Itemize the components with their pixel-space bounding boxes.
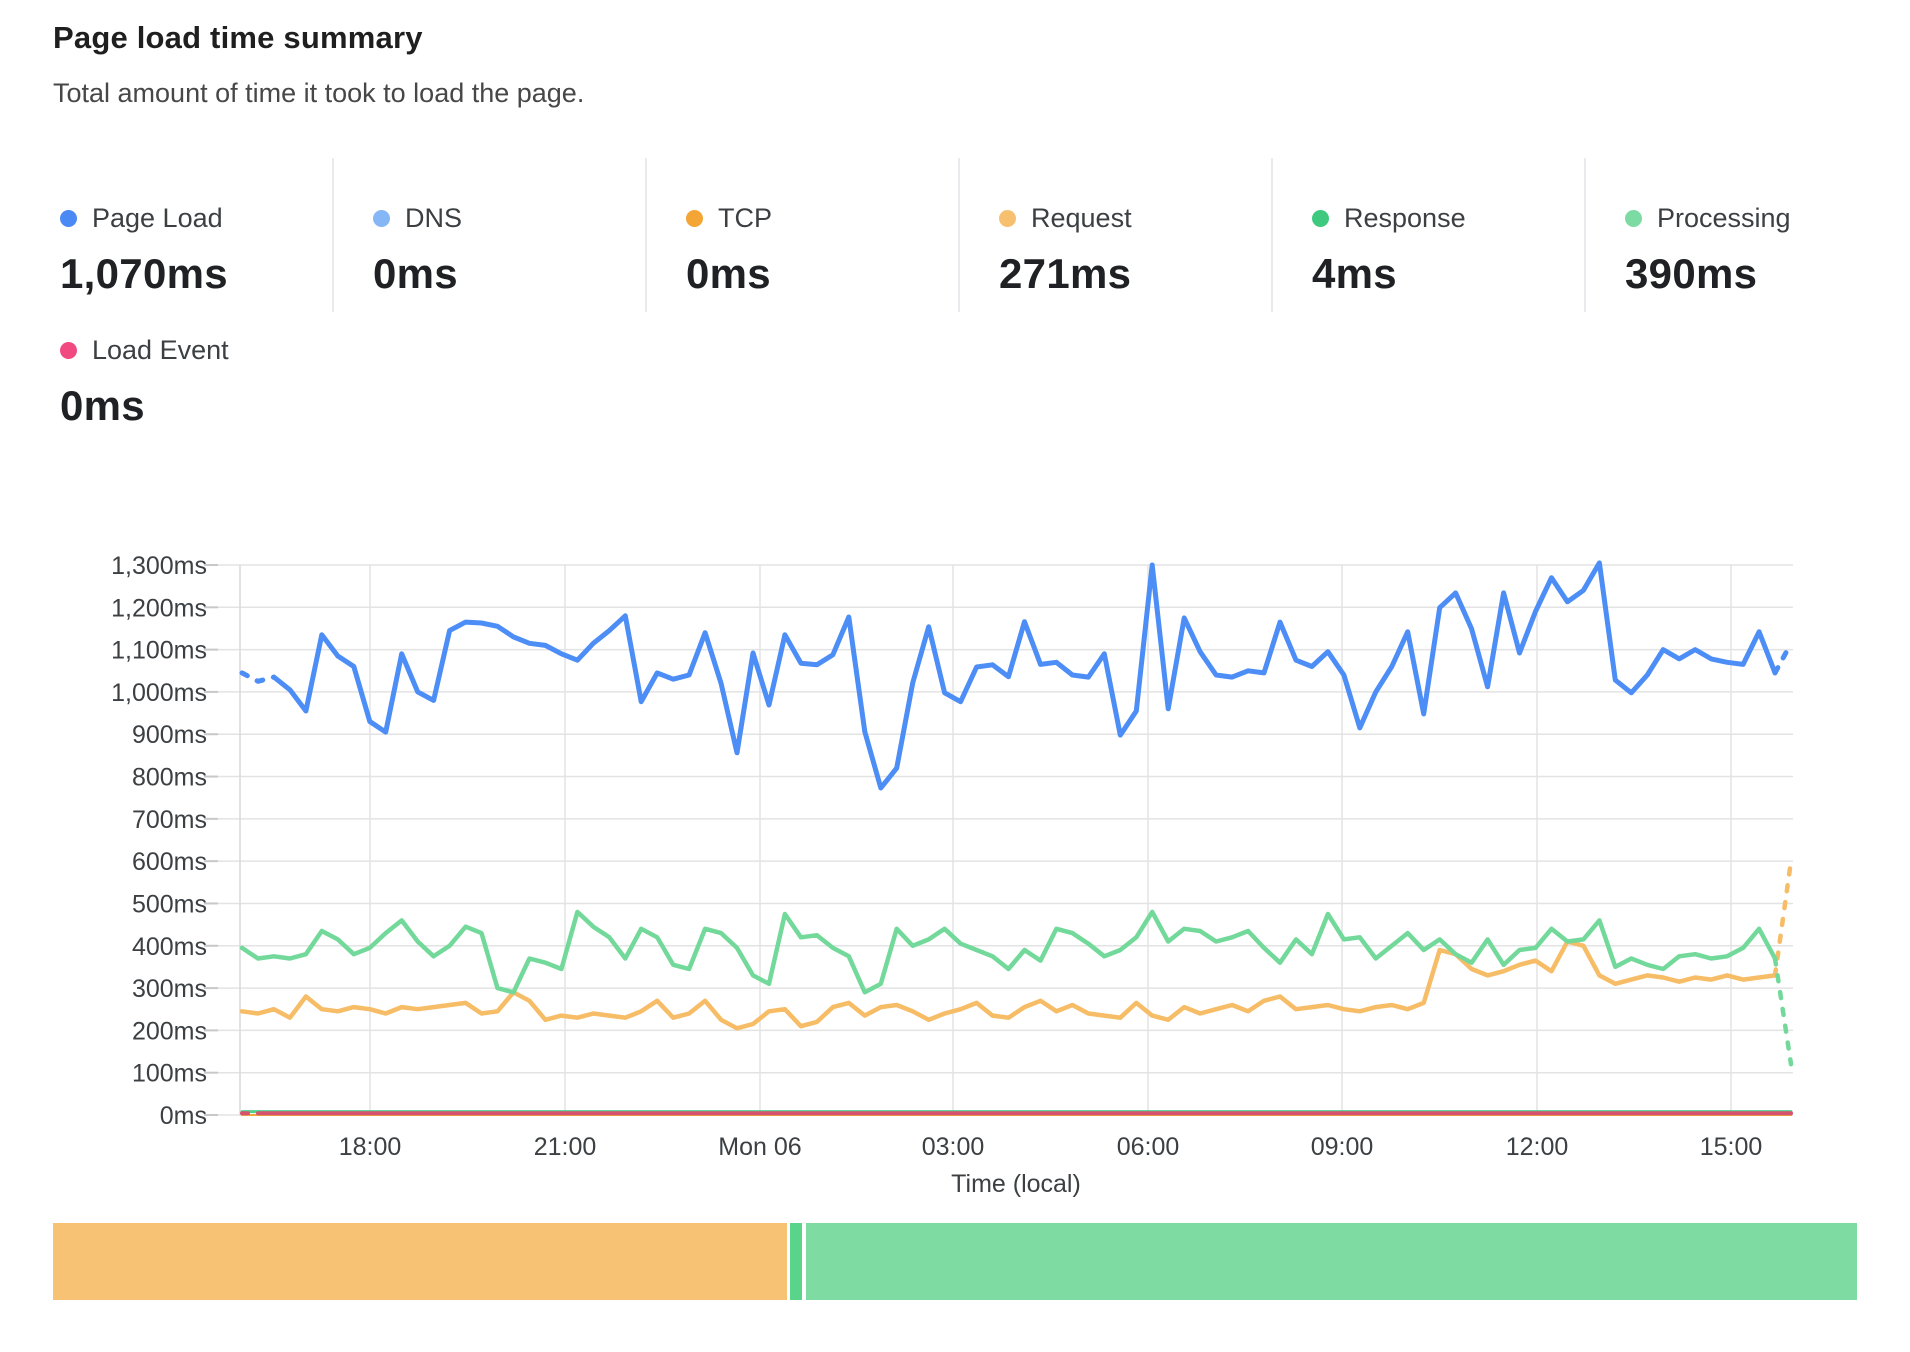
x-axis-label: 18:00 — [339, 1133, 402, 1161]
series-request — [1775, 861, 1791, 975]
x-axis-label: Mon 06 — [718, 1133, 801, 1161]
y-axis-label: 1,300ms — [111, 552, 207, 580]
y-axis-label: 900ms — [132, 721, 207, 749]
series-page-load — [1775, 643, 1791, 673]
x-axis-label: 09:00 — [1311, 1133, 1374, 1161]
y-axis-label: 500ms — [132, 890, 207, 918]
series-processing — [242, 912, 1775, 992]
bar-segment-orange-period — [53, 1223, 787, 1300]
y-axis-label: 0ms — [160, 1102, 207, 1130]
load-time-line-chart: 0ms 100ms 200ms 300ms 400ms 500ms 600ms 700ms 80… — [0, 0, 1910, 1352]
y-axis-label: 800ms — [132, 764, 207, 792]
x-axis-label: 12:00 — [1506, 1133, 1569, 1161]
y-axis-label: 400ms — [132, 933, 207, 961]
x-axis-label: 06:00 — [1117, 1133, 1180, 1161]
x-axis-label: 15:00 — [1700, 1133, 1763, 1161]
y-axis-label: 300ms — [132, 975, 207, 1003]
series-page-load — [242, 673, 274, 681]
series-processing — [1775, 959, 1791, 1065]
y-axis-label: 1,000ms — [111, 679, 207, 707]
x-axis-label: 03:00 — [922, 1133, 985, 1161]
y-axis-label: 1,200ms — [111, 594, 207, 622]
y-axis-label: 700ms — [132, 806, 207, 834]
series-request — [242, 942, 1775, 1029]
y-axis-label: 100ms — [132, 1060, 207, 1088]
bar-segment-green-period — [806, 1223, 1857, 1300]
series-page-load — [274, 563, 1775, 788]
x-axis-title: Time (local) — [951, 1170, 1081, 1198]
y-axis-label: 600ms — [132, 848, 207, 876]
y-axis-label: 200ms — [132, 1017, 207, 1045]
bar-segment-green-stripe — [790, 1223, 802, 1300]
x-axis-label: 21:00 — [534, 1133, 597, 1161]
status-timeline-bar — [53, 1223, 1857, 1300]
y-axis-label: 1,100ms — [111, 637, 207, 665]
